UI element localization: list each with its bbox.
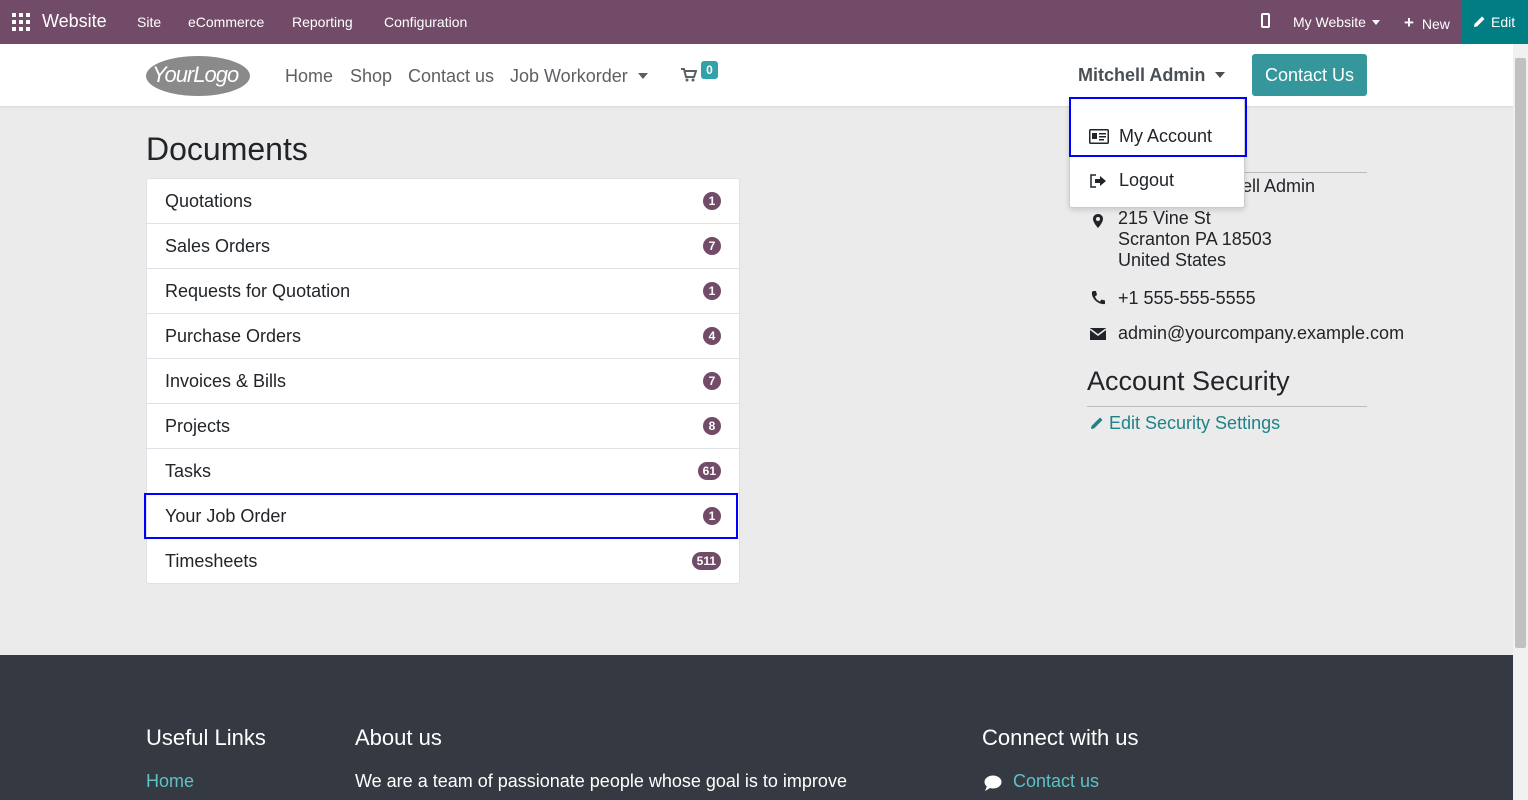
contact-us-button[interactable]: Contact Us — [1252, 54, 1367, 96]
documents-title: Documents — [146, 131, 308, 167]
nav-contact-us[interactable]: Contact us — [408, 66, 494, 87]
address-line2: Scranton PA 18503 — [1118, 229, 1272, 249]
menu-reporting[interactable]: Reporting — [292, 14, 353, 30]
doc-item-label: Invoices & Bills — [165, 371, 287, 391]
user-name: Mitchell Admin — [1078, 65, 1206, 85]
doc-item-label: Timesheets — [165, 551, 258, 571]
apps-grid-icon[interactable] — [12, 13, 30, 31]
about-us-title: About us — [355, 725, 442, 750]
doc-item-invoices-bills[interactable]: Invoices & Bills 7 — [147, 359, 739, 404]
count-badge: 61 — [697, 462, 721, 480]
site-header: YourLogo Home Shop Contact us Job Workor… — [0, 44, 1513, 106]
edit-label: Edit — [1491, 14, 1516, 30]
doc-item-your-job-order[interactable]: Your Job Order 1 — [147, 494, 739, 539]
admin-bar: Website Site eCommerce Reporting Configu… — [0, 0, 1528, 44]
menu-site[interactable]: Site — [137, 14, 161, 30]
comment-icon — [984, 775, 1002, 791]
logo-text: YourLogo — [152, 62, 239, 87]
nav-job-workorder-label: Job Workorder — [510, 66, 628, 86]
phone-number: +1 555-555-5555 — [1118, 288, 1256, 308]
doc-item-tasks[interactable]: Tasks 61 — [147, 449, 739, 494]
menu-configuration[interactable]: Configuration — [384, 14, 467, 30]
connect-title: Connect with us — [982, 725, 1139, 750]
security-divider — [1087, 406, 1367, 407]
mobile-preview-icon[interactable] — [1261, 13, 1270, 28]
doc-item-quotations[interactable]: Quotations 1 — [147, 179, 739, 224]
doc-item-label: Tasks — [165, 461, 212, 481]
doc-item-label: Requests for Quotation — [165, 281, 351, 301]
nav-job-workorder[interactable]: Job Workorder — [510, 66, 648, 87]
user-menu-toggle[interactable]: Mitchell Admin — [1078, 65, 1226, 86]
doc-item-label: Your Job Order — [165, 506, 287, 526]
edit-button[interactable]: Edit — [1462, 0, 1528, 44]
menu-ecommerce[interactable]: eCommerce — [188, 14, 264, 30]
count-badge: 1 — [703, 282, 721, 300]
site-logo[interactable]: YourLogo — [146, 56, 250, 96]
menu-item-label: My Account — [1119, 126, 1213, 146]
account-security-title: Account Security — [1087, 366, 1290, 396]
email-address: admin@yourcompany.example.com — [1118, 323, 1405, 343]
page-scrollbar[interactable] — [1513, 44, 1528, 800]
footer-contact-us-link[interactable]: Contact us — [1013, 771, 1099, 792]
count-badge: 1 — [703, 192, 721, 210]
website-selector-label: My Website — [1293, 14, 1366, 30]
cart-count-badge: 0 — [701, 61, 718, 79]
count-badge: 4 — [703, 327, 721, 345]
doc-item-sales-orders[interactable]: Sales Orders 7 — [147, 224, 739, 269]
edit-security-label: Edit Security Settings — [1109, 413, 1281, 433]
site-footer: Useful Links Home About us We are a team… — [0, 655, 1513, 800]
count-badge: 1 — [703, 507, 721, 525]
count-badge: 7 — [703, 372, 721, 390]
count-badge: 8 — [703, 417, 721, 435]
menu-item-logout[interactable]: Logout — [1070, 163, 1246, 211]
nav-home[interactable]: Home — [285, 66, 333, 87]
envelope-icon — [1090, 328, 1106, 340]
pencil-icon — [1474, 16, 1485, 27]
id-card-icon — [1089, 129, 1109, 144]
about-us-text: We are a team of passionate people whose… — [355, 771, 847, 791]
chevron-down-icon — [1371, 20, 1380, 25]
user-dropdown-menu: My Account Logout — [1069, 98, 1245, 208]
doc-item-label: Projects — [165, 416, 231, 436]
map-marker-icon — [1093, 214, 1103, 228]
phone-icon — [1091, 291, 1105, 305]
footer-link-home[interactable]: Home — [146, 771, 194, 792]
chevron-down-icon — [1215, 72, 1226, 78]
plus-icon: + — [1404, 13, 1414, 32]
count-badge: 511 — [691, 552, 721, 570]
documents-list: Quotations 1 Sales Orders 7 Requests for… — [146, 178, 740, 584]
doc-item-label: Quotations — [165, 191, 253, 211]
pencil-icon — [1091, 417, 1103, 429]
address-line3: United States — [1118, 250, 1227, 270]
count-badge: 7 — [703, 237, 721, 255]
doc-item-projects[interactable]: Projects 8 — [147, 404, 739, 449]
new-button[interactable]: + New — [1404, 13, 1450, 34]
useful-links-title: Useful Links — [146, 725, 266, 750]
scrollbar-thumb[interactable] — [1515, 58, 1526, 648]
doc-item-label: Sales Orders — [165, 236, 271, 256]
app-name[interactable]: Website — [42, 11, 107, 32]
sign-out-icon — [1090, 174, 1106, 188]
menu-item-label: Logout — [1119, 170, 1175, 190]
doc-item-purchase-orders[interactable]: Purchase Orders 4 — [147, 314, 739, 359]
doc-item-timesheets[interactable]: Timesheets 511 — [147, 539, 739, 583]
nav-shop[interactable]: Shop — [350, 66, 392, 87]
new-label: New — [1421, 16, 1450, 32]
cart-icon[interactable] — [681, 68, 697, 82]
menu-item-my-account[interactable]: My Account — [1070, 109, 1246, 157]
chevron-down-icon — [637, 73, 648, 79]
address-line1: 215 Vine St — [1118, 208, 1211, 228]
doc-item-requests-for-quotation[interactable]: Requests for Quotation 1 — [147, 269, 739, 314]
doc-item-label: Purchase Orders — [165, 326, 302, 346]
website-selector[interactable]: My Website — [1293, 14, 1380, 30]
edit-security-settings-link[interactable]: Edit Security Settings — [1090, 413, 1280, 434]
